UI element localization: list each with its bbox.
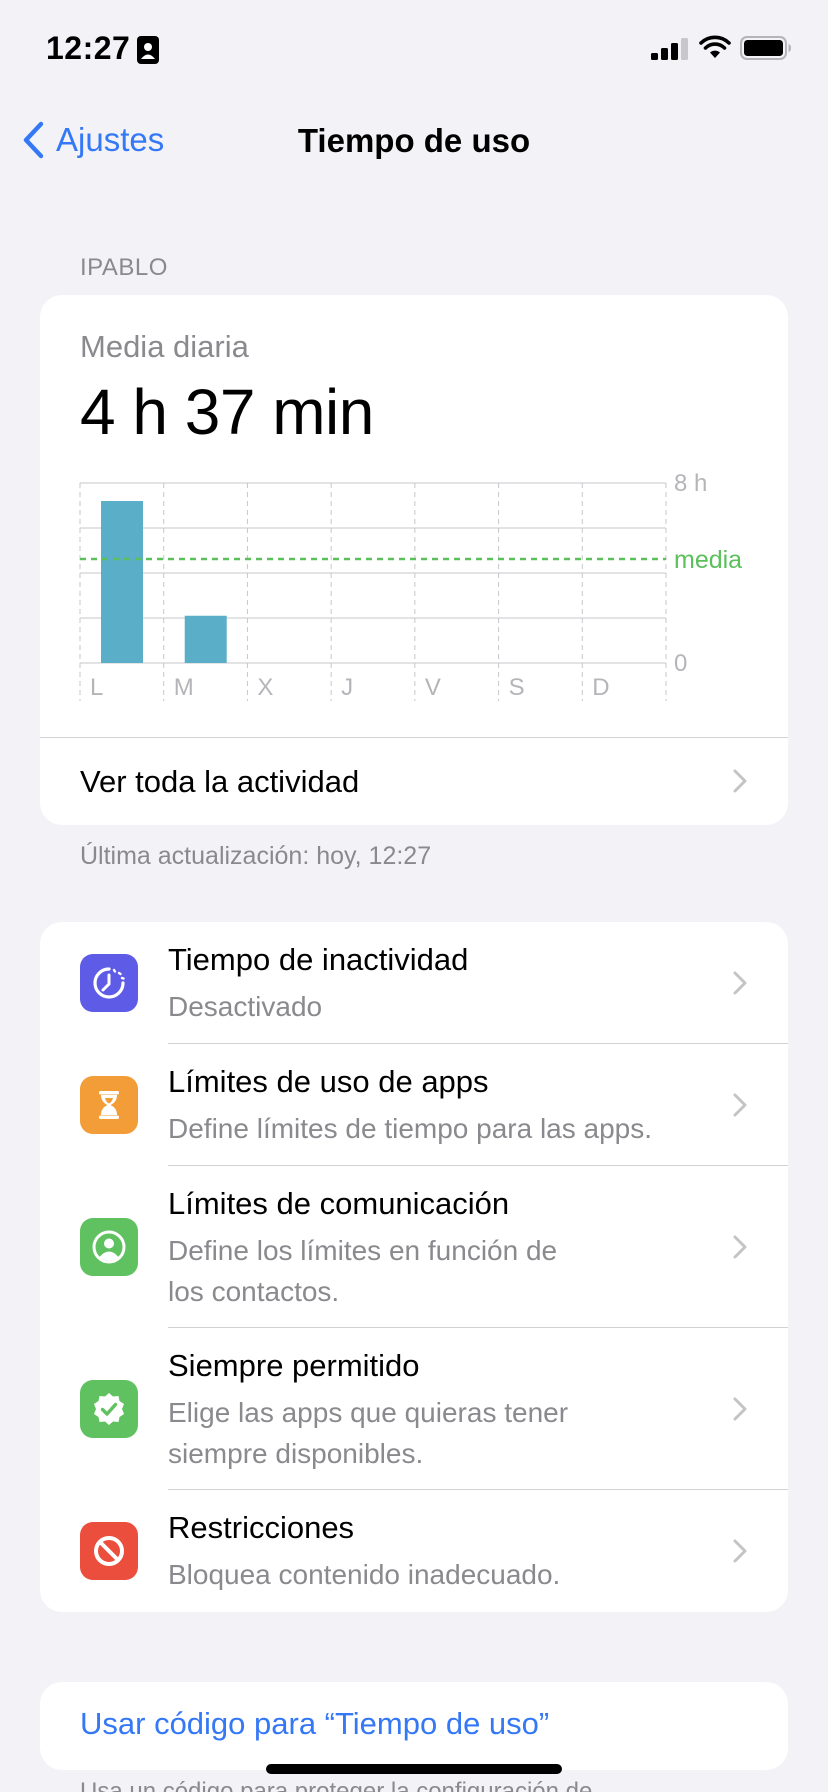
see-all-activity-row[interactable]: Ver toda la actividad xyxy=(40,737,788,825)
chart-x-tick-M: M xyxy=(174,674,194,701)
chart-bar-L xyxy=(101,501,143,663)
downtime-icon xyxy=(80,954,138,1012)
setting-row-restrictions[interactable]: Restricciones Bloquea contenido inadecua… xyxy=(40,1490,788,1612)
checkmark-badge-icon xyxy=(80,1380,138,1438)
restriction-icon xyxy=(80,1522,138,1580)
status-bar: 12:27 xyxy=(0,0,828,100)
usage-summary-card: Media diaria 4 h 37 min media 8 h0LMXJVSD… xyxy=(40,295,788,825)
hourglass-icon xyxy=(80,1076,138,1134)
setting-title: Siempre permitido xyxy=(168,1348,420,1383)
passcode-note: Usa un código para proteger la configura… xyxy=(80,1778,593,1792)
page-title: Tiempo de uso xyxy=(297,122,531,159)
chart-x-tick-L: L xyxy=(90,674,103,701)
navigation-bar: Ajustes Tiempo de uso xyxy=(0,100,828,180)
setting-row-downtime[interactable]: Tiempo de inactividad Desactivado xyxy=(40,922,788,1044)
chart-y-tick-max: 8 h xyxy=(674,470,707,497)
setting-title: Restricciones xyxy=(168,1510,355,1545)
battery-icon xyxy=(740,36,791,60)
setting-subtitle-line-2: los contactos. xyxy=(168,1276,340,1307)
chevron-right-icon xyxy=(733,971,747,995)
chart-x-tick-S: S xyxy=(509,674,525,701)
wifi-icon xyxy=(699,35,731,58)
setting-title: Límites de comunicación xyxy=(168,1186,510,1221)
setting-subtitle: Define límites de tiempo para las apps. xyxy=(168,1113,653,1144)
last-update-note: Última actualización: hoy, 12:27 xyxy=(80,842,432,870)
chart-average-label: media xyxy=(674,546,742,574)
status-time: 12:27 xyxy=(46,30,131,66)
chevron-right-icon xyxy=(733,1235,747,1259)
chart-x-tick-D: D xyxy=(592,674,609,701)
chart-x-tick-J: J xyxy=(341,674,353,701)
setting-title: Tiempo de inactividad xyxy=(168,942,469,977)
setting-row-communication-limits[interactable]: Límites de comunicación Define los límit… xyxy=(40,1166,788,1328)
setting-subtitle-line-2: siempre disponibles. xyxy=(168,1438,424,1469)
setting-title: Límites de uso de apps xyxy=(168,1064,489,1099)
chart-x-tick-X: X xyxy=(257,674,273,701)
setting-subtitle-line-1: Define los límites en función de xyxy=(168,1235,558,1266)
chart-x-tick-V: V xyxy=(425,674,441,701)
chevron-right-icon xyxy=(733,769,747,793)
use-passcode-button[interactable]: Usar código para “Tiempo de uso” xyxy=(80,1706,549,1742)
cellular-signal-icon xyxy=(651,38,688,60)
chevron-right-icon xyxy=(733,1093,747,1117)
contact-icon xyxy=(80,1218,138,1276)
chart-bar-M xyxy=(184,615,227,663)
setting-subtitle: Desactivado xyxy=(168,991,323,1022)
device-section-header: IPABLO xyxy=(80,254,168,281)
see-all-activity-label: Ver toda la actividad xyxy=(80,764,360,799)
setting-subtitle-line-1: Elige las apps que quieras tener xyxy=(168,1397,569,1428)
setting-row-app-limits[interactable]: Límites de uso de apps Define límites de… xyxy=(40,1044,788,1166)
chart-y-tick-min: 0 xyxy=(674,650,687,677)
screen-time-settings-list: Tiempo de inactividad Desactivado Límite… xyxy=(40,922,788,1612)
setting-row-always-allowed[interactable]: Siempre permitido Elige las apps que qui… xyxy=(40,1328,788,1490)
passcode-card: Usar código para “Tiempo de uso” xyxy=(40,1682,788,1770)
setting-subtitle: Bloquea contenido inadecuado. xyxy=(168,1559,561,1590)
weekly-usage-chart[interactable]: media 8 h 0 L M X J V S D xyxy=(40,295,788,715)
home-indicator[interactable] xyxy=(266,1764,562,1774)
chevron-right-icon xyxy=(733,1397,747,1421)
chevron-right-icon xyxy=(733,1539,747,1563)
contact-card-icon xyxy=(137,36,159,64)
screen: 12:27 Ajustes Tiempo de uso IPABLO Media… xyxy=(0,0,828,1792)
